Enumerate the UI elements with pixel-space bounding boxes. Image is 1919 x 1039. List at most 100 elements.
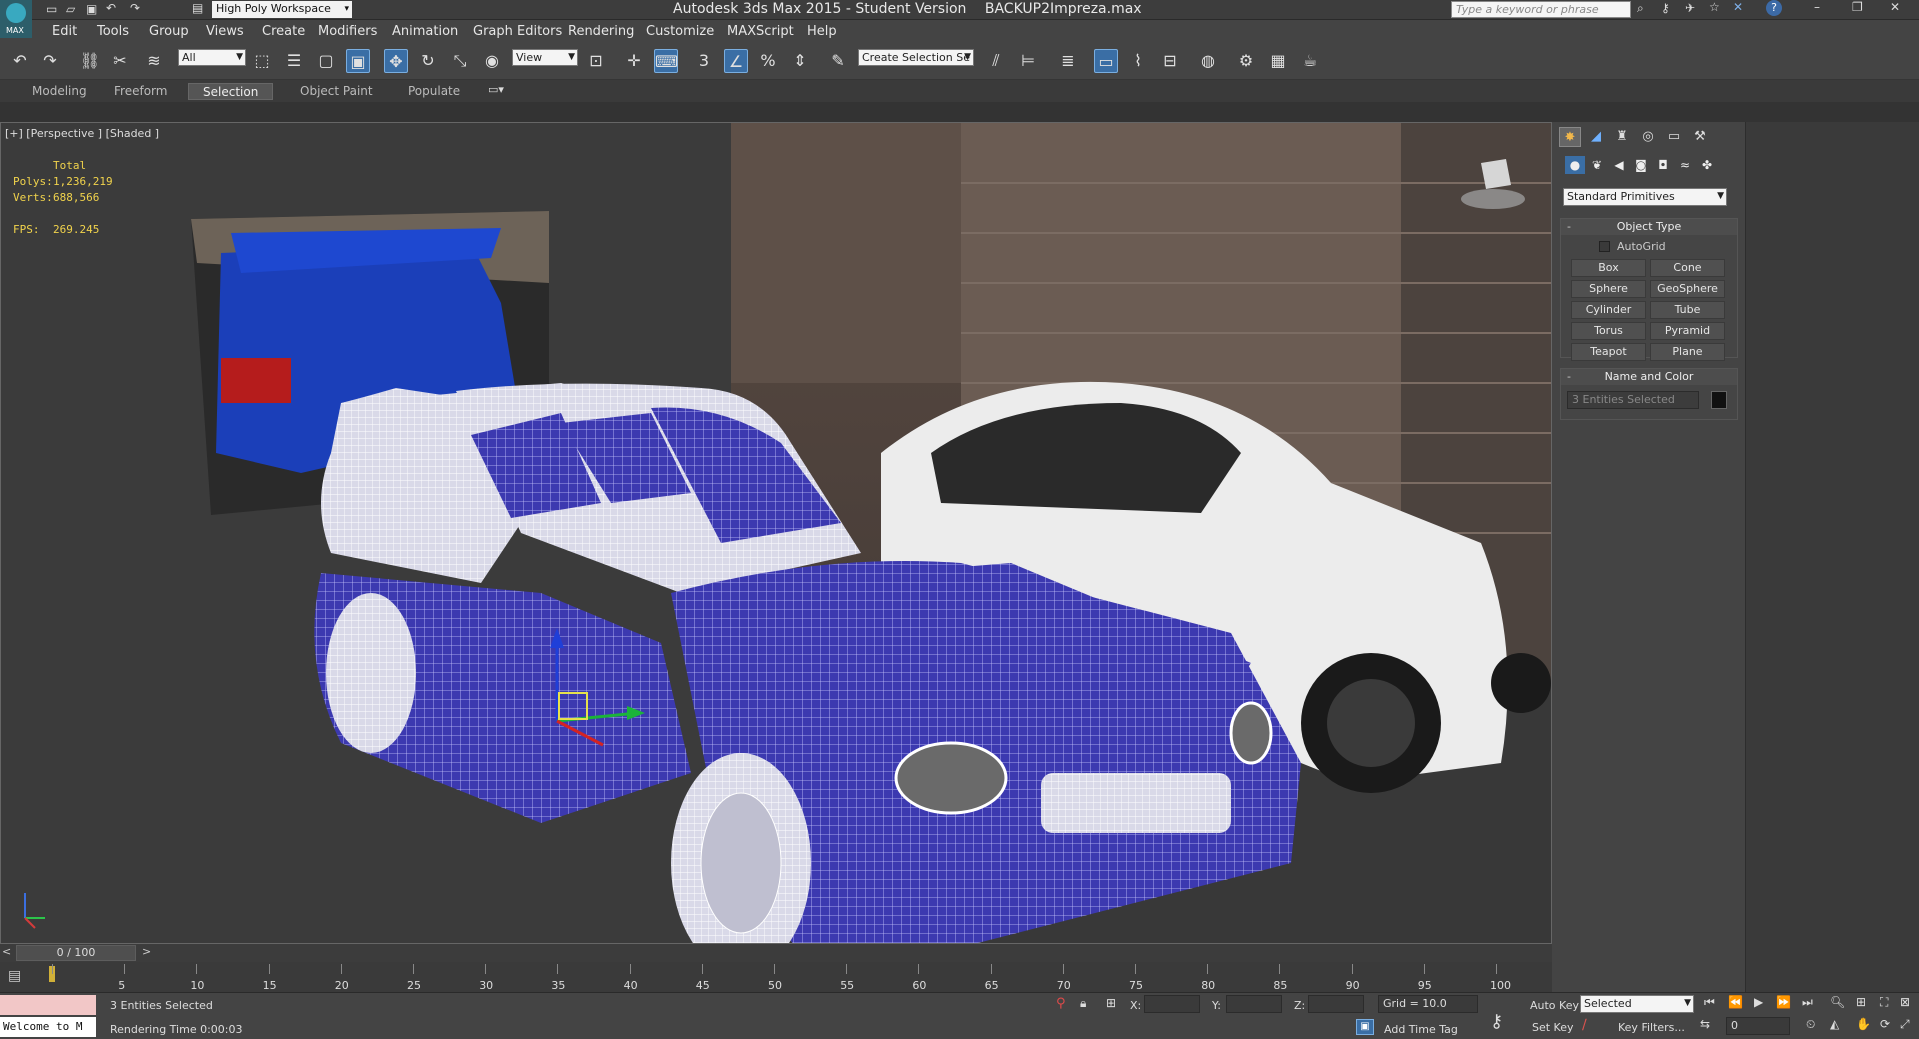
bind-spacewarp-icon[interactable]: ≋ xyxy=(142,49,166,73)
zoom-extents-all-icon[interactable]: ⊠ xyxy=(1900,995,1910,1009)
select-object-icon[interactable]: ⬚ xyxy=(250,49,274,73)
redo-quick-icon[interactable]: ↷ xyxy=(130,1,140,15)
time-slider-prev-icon[interactable]: < xyxy=(2,945,11,958)
tab-freeform[interactable]: Freeform xyxy=(100,83,181,100)
menu-graph-editors[interactable]: Graph Editors xyxy=(473,24,562,39)
tab-object-paint[interactable]: Object Paint xyxy=(286,83,387,100)
cone-button[interactable]: Cone xyxy=(1650,259,1725,277)
go-to-end-icon[interactable]: ⏭ xyxy=(1802,995,1813,1010)
menu-rendering[interactable]: Rendering xyxy=(568,24,634,39)
link-icon[interactable]: ⛓ xyxy=(78,49,102,73)
set-key-button[interactable]: Set Key xyxy=(1532,1021,1574,1034)
maximize-viewport-icon[interactable]: ⤢ xyxy=(1900,1017,1910,1032)
render-setup-icon[interactable]: ⚙ xyxy=(1234,49,1258,73)
tab-selection[interactable]: Selection xyxy=(188,83,274,100)
utilities-tab-icon[interactable]: ⚒ xyxy=(1689,127,1711,147)
project-folder-icon[interactable]: ▤ xyxy=(192,1,203,15)
isolate-selection-icon[interactable]: ⚲ xyxy=(1056,996,1066,1011)
previous-frame-icon[interactable]: ⏪ xyxy=(1728,995,1743,1009)
schematic-view-icon[interactable]: ⊟ xyxy=(1158,49,1182,73)
mirror-icon[interactable]: ⫽ xyxy=(984,49,1008,73)
percent-snap-icon[interactable]: % xyxy=(756,49,780,73)
tab-modeling[interactable]: Modeling xyxy=(18,83,101,100)
viewport-scene[interactable] xyxy=(1,123,1552,944)
menu-modifiers[interactable]: Modifiers xyxy=(318,24,377,39)
torus-button[interactable]: Torus xyxy=(1571,322,1646,340)
next-frame-icon[interactable]: ⏩ xyxy=(1776,995,1791,1009)
primitive-type-dropdown[interactable]: Standard Primitives ▼ xyxy=(1563,188,1727,206)
select-move-icon[interactable]: ✥ xyxy=(384,49,408,73)
menu-customize[interactable]: Customize xyxy=(646,24,714,39)
go-to-start-icon[interactable]: ⏮ xyxy=(1704,995,1715,1010)
close-icon[interactable]: ✕ xyxy=(1890,0,1900,14)
spinner-snap-icon[interactable]: ⇕ xyxy=(788,49,812,73)
shapes-icon[interactable]: ❦ xyxy=(1587,156,1607,174)
tube-button[interactable]: Tube xyxy=(1650,301,1725,319)
teapot-button[interactable]: Teapot xyxy=(1571,343,1646,361)
select-rotate-icon[interactable]: ↻ xyxy=(416,49,440,73)
plane-button[interactable]: Plane xyxy=(1650,343,1725,361)
menu-edit[interactable]: Edit xyxy=(52,24,77,39)
field-of-view-icon[interactable]: ◭ xyxy=(1830,1017,1839,1031)
curve-editor-icon[interactable]: ⌇ xyxy=(1126,49,1150,73)
key-icon[interactable]: ⚷ xyxy=(1661,1,1670,15)
zoom-icon[interactable]: 🔍︎ xyxy=(1830,995,1845,1009)
menu-tools[interactable]: Tools xyxy=(97,24,129,39)
sphere-button[interactable]: Sphere xyxy=(1571,280,1646,298)
maxscript-listener-field[interactable]: Welcome to M xyxy=(0,1017,96,1037)
undo-quick-icon[interactable]: ↶ xyxy=(106,1,116,15)
select-by-name-icon[interactable]: ☰ xyxy=(282,49,306,73)
key-mode-toggle-icon[interactable]: ⇆ xyxy=(1700,1017,1710,1031)
unlink-icon[interactable]: ✂ xyxy=(108,49,132,73)
layer-explorer-icon[interactable]: ≣ xyxy=(1056,49,1080,73)
restore-icon[interactable]: ❐ xyxy=(1852,0,1863,14)
x-coordinate-field[interactable] xyxy=(1144,995,1200,1013)
perspective-viewport[interactable]: [+] [Perspective ] [Shaded ] Total Polys… xyxy=(0,122,1552,944)
edit-named-selection-icon[interactable]: ✎ xyxy=(826,49,850,73)
hierarchy-tab-icon[interactable]: ♜ xyxy=(1611,127,1633,147)
track-bar[interactable]: ▤ 5 10 15 20 25 30 35 40 45 50 55 60 65 70 75 80 85 90 95 1… xyxy=(0,962,1552,992)
toggle-ribbon-icon[interactable]: ▭ xyxy=(1094,49,1118,73)
object-color-swatch[interactable] xyxy=(1711,391,1727,409)
app-logo[interactable]: MAX xyxy=(0,0,32,38)
mini-curve-editor-icon[interactable]: ▤ xyxy=(8,968,21,984)
autogrid-checkbox[interactable] xyxy=(1599,241,1610,252)
menu-animation[interactable]: Animation xyxy=(392,24,458,39)
spacewarps-icon[interactable]: ≈ xyxy=(1675,156,1695,174)
binoculars-icon[interactable]: ⌕ xyxy=(1637,1,1644,16)
keyboard-shortcut-override-icon[interactable]: ⌨ xyxy=(654,49,678,73)
box-button[interactable]: Box xyxy=(1571,259,1646,277)
favorites-star-icon[interactable]: ☆ xyxy=(1709,0,1720,14)
pyramid-button[interactable]: Pyramid xyxy=(1650,322,1725,340)
z-coordinate-field[interactable] xyxy=(1308,995,1364,1013)
time-tag-icon[interactable]: ▣ xyxy=(1356,1019,1374,1035)
named-selection-dropdown[interactable]: Create Selection Se ▼ xyxy=(858,49,974,66)
time-slider-thumb[interactable]: 0 / 100 xyxy=(16,945,136,961)
zoom-all-icon[interactable]: ⊞ xyxy=(1856,995,1866,1009)
geosphere-button[interactable]: GeoSphere xyxy=(1650,280,1725,298)
select-scale-icon[interactable]: ⤡ xyxy=(448,49,472,73)
geometry-icon[interactable]: ● xyxy=(1565,156,1585,174)
angle-snap-icon[interactable]: ∠ xyxy=(724,49,748,73)
rect-selection-region-icon[interactable]: ▢ xyxy=(314,49,338,73)
time-slider-next-icon[interactable]: > xyxy=(142,945,151,958)
add-time-tag[interactable]: Add Time Tag xyxy=(1384,1023,1458,1036)
select-manipulate-icon[interactable]: ✛ xyxy=(622,49,646,73)
ribbon-options-icon[interactable]: ▭▾ xyxy=(488,83,504,96)
selection-lock-icon[interactable]: 🔒︎ xyxy=(1080,996,1086,1011)
current-frame-field[interactable]: 0 xyxy=(1726,1017,1790,1035)
y-coordinate-field[interactable] xyxy=(1226,995,1282,1013)
render-production-icon[interactable]: ☕ xyxy=(1298,49,1322,73)
workspace-dropdown[interactable]: High Poly Workspace ▾ xyxy=(212,1,352,18)
default-tangents-icon[interactable]: ∕ xyxy=(1582,1017,1587,1033)
create-tab-icon[interactable]: ✸ xyxy=(1559,127,1581,147)
helpers-icon[interactable]: ◘ xyxy=(1653,156,1673,174)
menu-create[interactable]: Create xyxy=(262,24,305,39)
absolute-mode-icon[interactable]: ⊞ xyxy=(1106,996,1116,1010)
communication-center-icon[interactable]: ✈ xyxy=(1685,1,1695,15)
cylinder-button[interactable]: Cylinder xyxy=(1571,301,1646,319)
align-icon[interactable]: ⊨ xyxy=(1016,49,1040,73)
auto-key-button[interactable]: Auto Key xyxy=(1530,999,1579,1012)
menu-group[interactable]: Group xyxy=(149,24,189,39)
motion-tab-icon[interactable]: ◎ xyxy=(1637,127,1659,147)
